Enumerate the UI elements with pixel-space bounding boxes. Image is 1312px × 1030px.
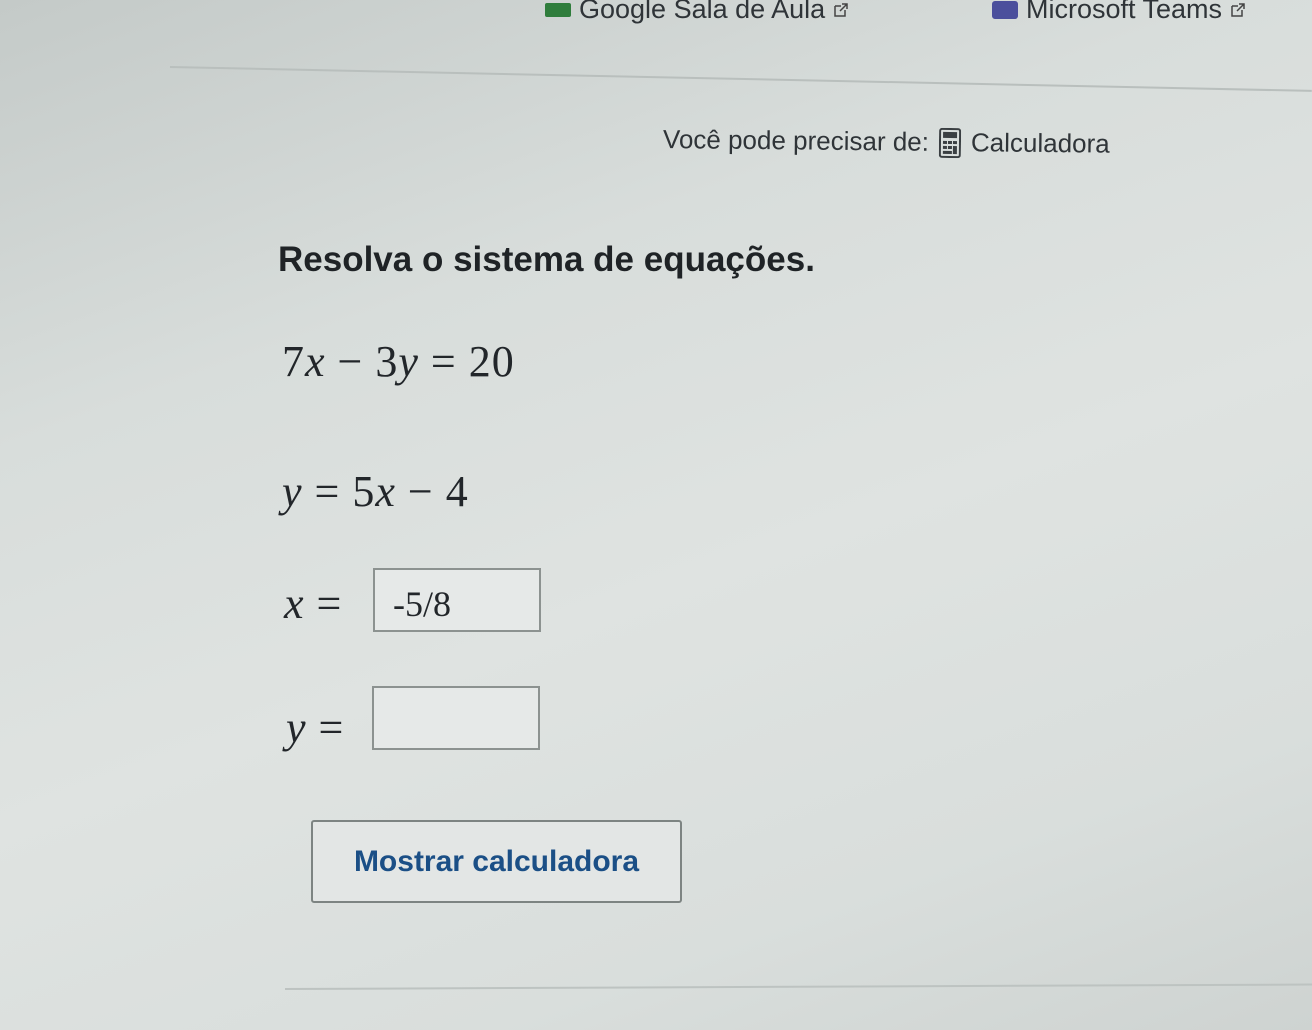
eq1-coef-y: 3 xyxy=(375,337,399,386)
x-answer-label: x = xyxy=(284,578,342,629)
google-classroom-icon xyxy=(545,2,571,17)
eq2-lhs: y xyxy=(282,467,303,516)
eq1-equals: = xyxy=(430,337,457,386)
external-link-icon xyxy=(834,2,848,17)
x-label-equals: = xyxy=(316,579,343,628)
eq2-coef-x: 5 xyxy=(352,467,376,516)
eq1-operator: − xyxy=(337,337,364,386)
google-classroom-label: Google Sala de Aula xyxy=(579,0,826,24)
x-answer-input[interactable] xyxy=(373,568,541,632)
problem-prompt: Resolva o sistema de equações. xyxy=(278,240,815,279)
equation-1: 7x − 3y = 20 xyxy=(282,336,515,387)
hint-prefix: Você pode precisar de: xyxy=(662,124,930,157)
eq1-var-y: y xyxy=(398,337,419,386)
top-links-bar: Google Sala de Aula Microsoft Teams xyxy=(0,0,1312,30)
microsoft-teams-label: Microsoft Teams xyxy=(1026,0,1223,24)
teams-icon xyxy=(992,0,1018,19)
calculator-link[interactable]: Calculadora xyxy=(938,127,1110,160)
y-label-var: y xyxy=(286,703,307,752)
eq2-constant: 4 xyxy=(445,467,469,516)
calculator-icon xyxy=(938,127,962,158)
eq2-operator: − xyxy=(407,467,434,516)
microsoft-teams-link[interactable]: Microsoft Teams xyxy=(992,0,1246,25)
eq2-var-x: x xyxy=(375,467,396,516)
eq1-rhs: 20 xyxy=(468,337,515,386)
show-calculator-button[interactable]: Mostrar calculadora xyxy=(311,820,682,903)
external-link-icon xyxy=(1231,2,1245,17)
y-answer-input[interactable] xyxy=(372,686,540,750)
google-classroom-link[interactable]: Google Sala de Aula xyxy=(545,0,849,25)
equation-2: y = 5x − 4 xyxy=(282,466,469,517)
y-label-equals: = xyxy=(318,703,345,752)
tools-hint: Você pode precisar de: Calculadora xyxy=(663,124,1110,160)
eq1-coef-x: 7 xyxy=(282,337,305,386)
y-answer-label: y = xyxy=(286,702,344,753)
x-label-var: x xyxy=(284,579,305,628)
top-divider xyxy=(169,66,1312,92)
eq2-equals: = xyxy=(314,467,341,516)
calculator-link-label: Calculadora xyxy=(970,127,1110,159)
eq1-var-x: x xyxy=(305,337,326,386)
bottom-divider xyxy=(284,983,1312,990)
